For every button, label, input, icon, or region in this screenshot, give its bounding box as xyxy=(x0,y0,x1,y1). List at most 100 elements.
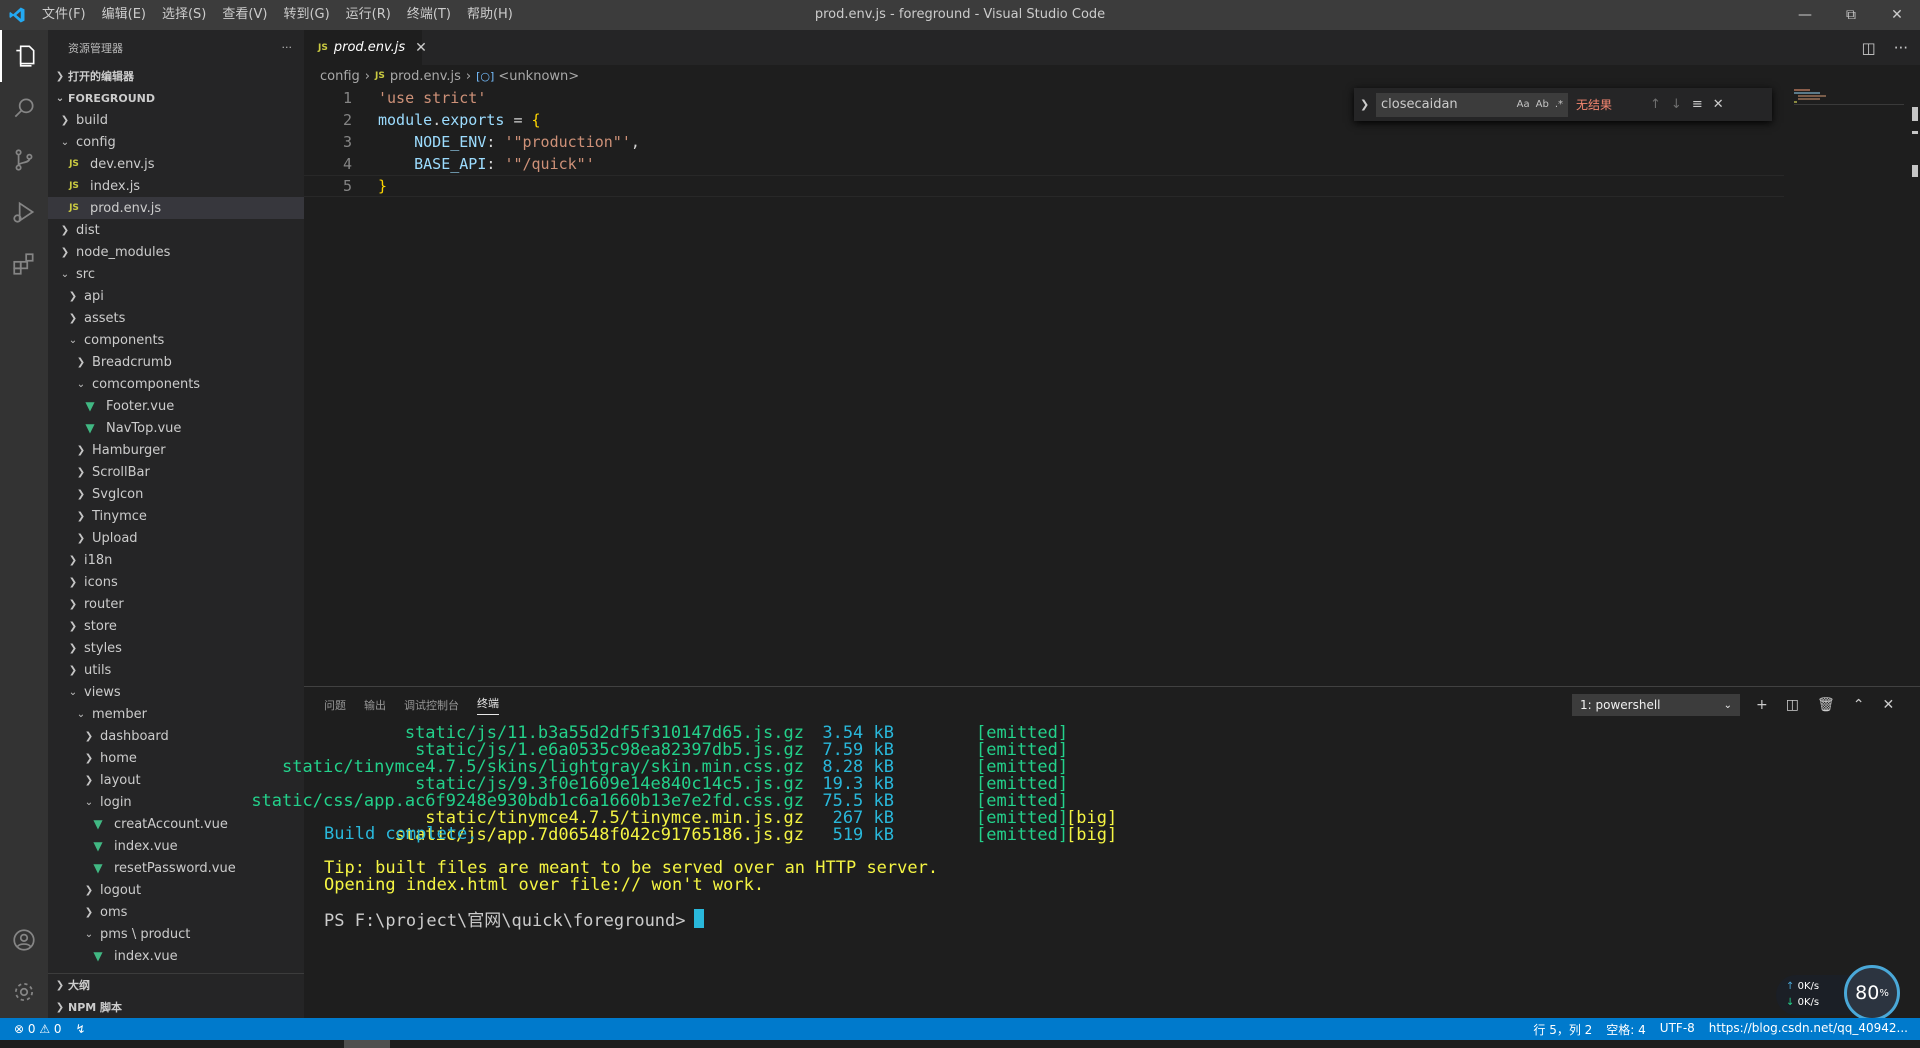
tree-folder[interactable]: ❯ layout xyxy=(48,769,304,791)
more-actions-icon[interactable]: ··· xyxy=(282,41,293,54)
horizontal-scrollbar[interactable] xyxy=(0,1040,1920,1048)
tab-terminal[interactable]: 终端 xyxy=(477,695,499,715)
editor-scrollbar[interactable] xyxy=(1906,87,1920,683)
search-icon[interactable] xyxy=(0,82,48,134)
find-in-selection-icon[interactable]: ≡ xyxy=(1692,97,1703,112)
tree-folder[interactable]: ❯ Hamburger xyxy=(48,439,304,461)
tree-folder[interactable]: ⌄ config xyxy=(48,131,304,153)
restore-icon[interactable]: ⧉ xyxy=(1828,0,1874,30)
close-window-icon[interactable]: ✕ xyxy=(1874,0,1920,30)
chevron-right-icon: ❯ xyxy=(84,906,94,918)
tree-folder[interactable]: ❯ assets xyxy=(48,307,304,329)
tree-folder[interactable]: ❯ Upload xyxy=(48,527,304,549)
split-editor-icon[interactable]: ◫ xyxy=(1862,39,1876,57)
tree-folder[interactable]: ❯ node_modules xyxy=(48,241,304,263)
extensions-icon[interactable] xyxy=(0,238,48,290)
tree-file[interactable]: ▼ Footer.vue xyxy=(48,395,304,417)
minimize-icon[interactable]: — xyxy=(1782,0,1828,30)
indentation[interactable]: 空格: 4 xyxy=(1606,1021,1646,1038)
kill-terminal-icon[interactable]: 🗑 xyxy=(1817,697,1835,713)
tree-folder[interactable]: ❯ Breadcrumb xyxy=(48,351,304,373)
settings-gear-icon[interactable] xyxy=(0,966,48,1018)
use-regex-icon[interactable]: .* xyxy=(1555,99,1563,110)
code-editor[interactable]: 1 'use strict' 2 module.exports = { 3 NO… xyxy=(304,87,1920,683)
tree-folder[interactable]: ❯ api xyxy=(48,285,304,307)
next-match-icon[interactable]: ↓ xyxy=(1671,97,1682,112)
tree-file[interactable]: ▼ NavTop.vue xyxy=(48,417,304,439)
tree-file[interactable]: ▼ resetPassword.vue xyxy=(48,857,304,879)
tree-item-label: NavTop.vue xyxy=(106,420,182,436)
tree-file[interactable]: ▼ index.vue xyxy=(48,945,304,967)
menu-file[interactable]: 文件(F) xyxy=(34,0,94,30)
lightning-icon[interactable]: ↯ xyxy=(76,1022,86,1036)
minimap[interactable] xyxy=(1794,87,1904,683)
tab-debug-console[interactable]: 调试控制台 xyxy=(404,697,459,713)
split-terminal-icon[interactable]: ◫ xyxy=(1786,697,1799,713)
memory-usage-ring[interactable]: 80% xyxy=(1844,965,1900,1021)
workspace-root-section[interactable]: ⌄ FOREGROUND xyxy=(48,87,304,109)
tree-folder[interactable]: ⌄ components xyxy=(48,329,304,351)
tree-folder[interactable]: ❯ router xyxy=(48,593,304,615)
more-actions-icon[interactable]: ··· xyxy=(1894,39,1908,57)
terminal-select[interactable]: 1: powershell ⌄ xyxy=(1572,694,1740,716)
tab-prod-env-js[interactable]: JS prod.env.js ✕ xyxy=(304,30,427,65)
problems-status[interactable]: ⊗ 0 ⚠ 0 xyxy=(14,1022,62,1036)
menu-view[interactable]: 查看(V) xyxy=(214,0,275,30)
tree-folder[interactable]: ⌄ src xyxy=(48,263,304,285)
tab-problems[interactable]: 问题 xyxy=(324,697,346,713)
account-icon[interactable] xyxy=(0,914,48,966)
close-find-icon[interactable]: ✕ xyxy=(1713,97,1724,112)
new-terminal-icon[interactable]: + xyxy=(1756,697,1768,713)
tree-file[interactable]: ▼ creatAccount.vue xyxy=(48,813,304,835)
tree-folder[interactable]: ❯ ScrollBar xyxy=(48,461,304,483)
tree-folder[interactable]: ⌄ pms \ product xyxy=(48,923,304,945)
tree-folder[interactable]: ❯ home xyxy=(48,747,304,769)
tree-folder[interactable]: ❯ build xyxy=(48,109,304,131)
tree-folder[interactable]: ❯ SvgIcon xyxy=(48,483,304,505)
tree-folder[interactable]: ❯ Tinymce xyxy=(48,505,304,527)
menu-edit[interactable]: 编辑(E) xyxy=(94,0,154,30)
tree-folder[interactable]: ⌄ comcomponents xyxy=(48,373,304,395)
match-case-icon[interactable]: Aa xyxy=(1517,99,1530,110)
maximize-panel-icon[interactable]: ⌃ xyxy=(1853,697,1865,713)
open-editors-section[interactable]: ❯ 打开的编辑器 xyxy=(48,65,304,87)
tree-folder[interactable]: ❯ utils xyxy=(48,659,304,681)
menu-run[interactable]: 运行(R) xyxy=(338,0,399,30)
tree-folder[interactable]: ❯ dashboard xyxy=(48,725,304,747)
tab-output[interactable]: 输出 xyxy=(364,697,386,713)
breadcrumb-folder[interactable]: config xyxy=(320,69,360,84)
tree-file[interactable]: ▼ index.vue xyxy=(48,835,304,857)
tree-folder[interactable]: ⌄ member xyxy=(48,703,304,725)
tree-folder[interactable]: ❯ icons xyxy=(48,571,304,593)
tree-folder[interactable]: ❯ logout xyxy=(48,879,304,901)
scroll-thumb[interactable] xyxy=(344,1040,390,1048)
menu-selection[interactable]: 选择(S) xyxy=(154,0,214,30)
tree-folder[interactable]: ❯ i18n xyxy=(48,549,304,571)
tree-file[interactable]: JS dev.env.js xyxy=(48,153,304,175)
npm-scripts-section[interactable]: ❯ NPM 脚本 xyxy=(48,996,304,1018)
run-debug-icon[interactable] xyxy=(0,186,48,238)
breadcrumb-symbol[interactable]: <unknown> xyxy=(498,69,579,84)
menu-go[interactable]: 转到(G) xyxy=(275,0,337,30)
menu-help[interactable]: 帮助(H) xyxy=(459,0,521,30)
outline-section[interactable]: ❯ 大纲 xyxy=(48,974,304,996)
close-tab-icon[interactable]: ✕ xyxy=(415,40,427,56)
breadcrumb-file[interactable]: prod.env.js xyxy=(390,69,461,84)
cursor-position[interactable]: 行 5，列 2 xyxy=(1533,1021,1592,1038)
menu-terminal[interactable]: 终端(T) xyxy=(399,0,459,30)
explorer-icon[interactable] xyxy=(0,30,48,82)
match-whole-word-icon[interactable]: Ab xyxy=(1536,99,1549,110)
source-control-icon[interactable] xyxy=(0,134,48,186)
find-input[interactable]: closecaidan Aa Ab .* xyxy=(1376,92,1568,117)
previous-match-icon[interactable]: ↑ xyxy=(1650,97,1661,112)
tree-folder[interactable]: ❯ store xyxy=(48,615,304,637)
toggle-replace-icon[interactable]: ❯ xyxy=(1360,98,1376,111)
tree-file[interactable]: JS index.js xyxy=(48,175,304,197)
tree-file[interactable]: JS prod.env.js xyxy=(48,197,304,219)
tree-folder[interactable]: ⌄ views xyxy=(48,681,304,703)
tree-folder[interactable]: ❯ styles xyxy=(48,637,304,659)
tree-folder[interactable]: ❯ oms xyxy=(48,901,304,923)
close-panel-icon[interactable]: ✕ xyxy=(1882,697,1894,713)
encoding[interactable]: UTF-8 xyxy=(1660,1021,1695,1038)
tree-folder[interactable]: ❯ dist xyxy=(48,219,304,241)
